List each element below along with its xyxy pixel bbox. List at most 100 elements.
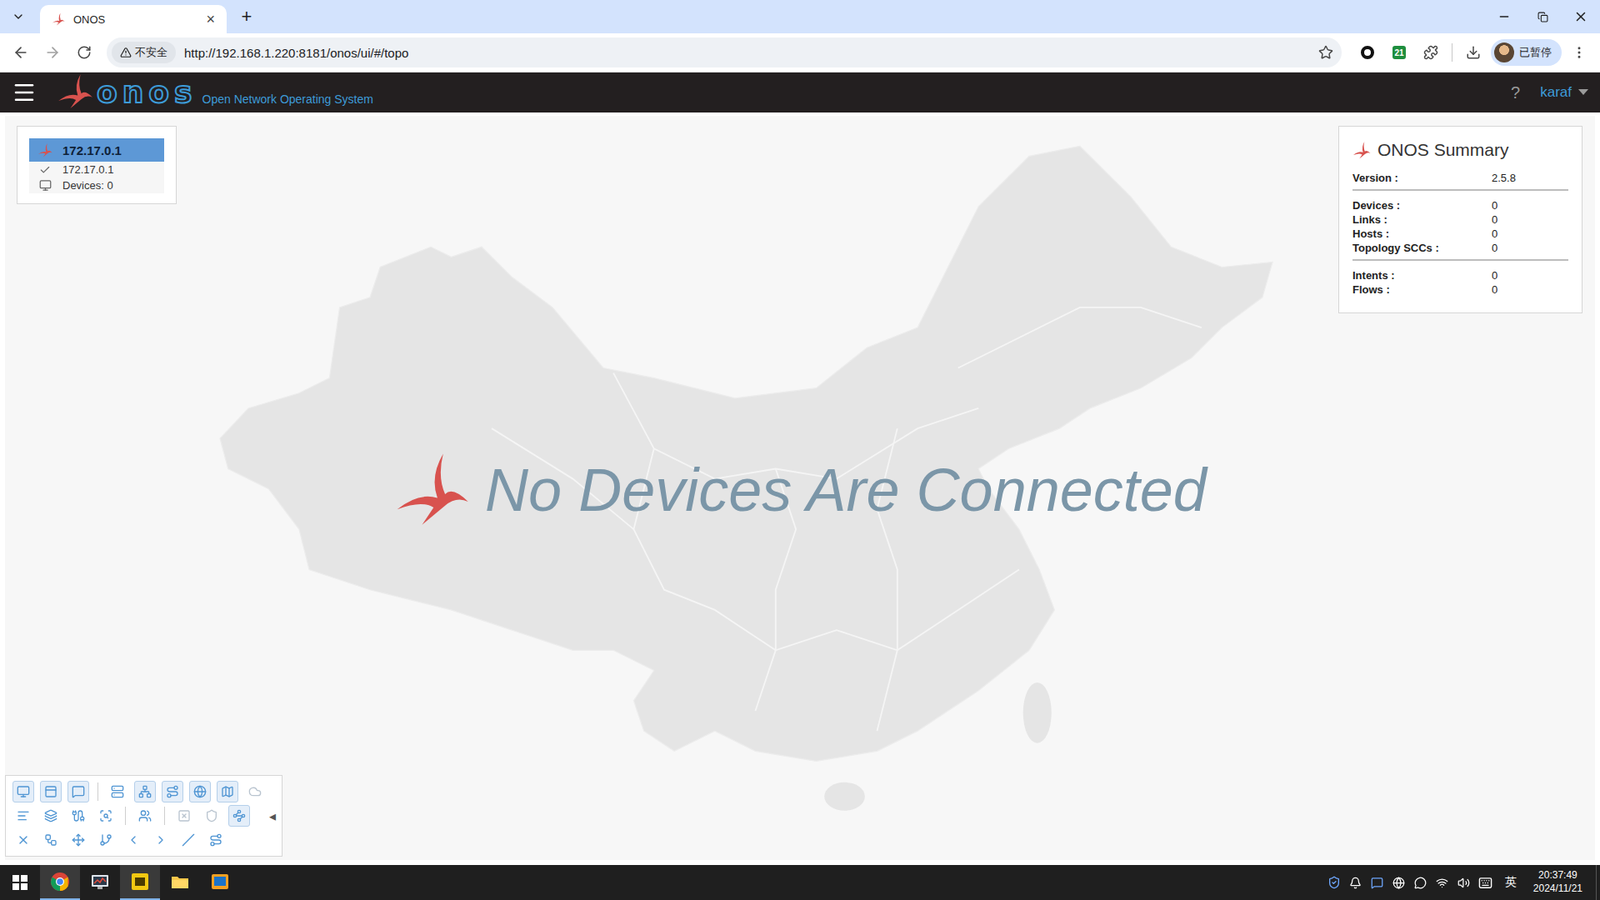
extensions-button[interactable] (1416, 38, 1445, 67)
toolbar-button[interactable] (189, 780, 211, 803)
cluster-node[interactable]: 172.17.0.1 (29, 161, 165, 178)
arrow-left-icon (12, 44, 30, 61)
monitor-icon (37, 179, 53, 192)
wechat-tray-icon[interactable] (1413, 876, 1429, 890)
square-x-icon (177, 809, 191, 823)
avatar-icon (1494, 42, 1515, 63)
security-tray-icon[interactable] (1326, 875, 1342, 890)
nav-bar: 不安全http://192.168.1.220:8181/onos/ui/#/t… (0, 33, 1600, 73)
taskbar-app[interactable] (40, 865, 80, 900)
forward-button[interactable] (38, 38, 67, 67)
restore-icon (1537, 11, 1549, 23)
toolbar-button[interactable] (134, 805, 156, 827)
toolbar-button[interactable] (40, 780, 62, 803)
x-icon (16, 833, 30, 847)
security-badge[interactable]: 不安全 (111, 41, 176, 64)
toolbar-button[interactable] (244, 780, 266, 803)
browser-tab[interactable]: ONOS× (40, 5, 227, 34)
toolbar-button[interactable] (134, 780, 156, 803)
taskbar-app[interactable] (160, 865, 200, 900)
branch-icon (99, 833, 113, 847)
address-bar[interactable]: 不安全http://192.168.1.220:8181/onos/ui/#/t… (106, 37, 1342, 68)
profile-button[interactable]: 已暂停 (1490, 39, 1562, 66)
cluster-header[interactable]: 172.17.0.1 (29, 138, 165, 162)
taskbar-app[interactable] (80, 865, 120, 900)
tray-app-icon[interactable] (1391, 876, 1407, 890)
toolbar-collapse-button[interactable]: ◂ (265, 808, 280, 825)
downloads-button[interactable] (1459, 38, 1488, 67)
onos-bird-icon (393, 450, 470, 527)
show-desktop-button[interactable] (1595, 865, 1600, 900)
toolbar-button[interactable] (67, 829, 90, 851)
taskbar-app[interactable] (120, 865, 160, 900)
toolbar-button[interactable] (122, 829, 145, 851)
minimize-button[interactable] (1485, 0, 1524, 34)
toolbar-button[interactable] (12, 829, 35, 851)
toolbar-button[interactable] (216, 780, 239, 803)
toolbar-button[interactable] (12, 780, 35, 803)
ring-icon (1360, 45, 1375, 60)
monitor-icon (16, 785, 30, 799)
hamburger-icon (11, 80, 37, 105)
toolbar-button[interactable] (200, 805, 223, 827)
system-tray: 英 20:37:492024/11/21 (1326, 869, 1596, 895)
restore-button[interactable] (1523, 0, 1562, 34)
toolbar-button[interactable] (95, 805, 117, 827)
toolbar-button[interactable] (173, 805, 195, 827)
onos-logo[interactable]: onos Open Network Operating System (56, 75, 374, 110)
user-caret-icon[interactable] (1578, 89, 1589, 96)
volume-tray-icon[interactable] (1456, 876, 1472, 890)
cable-icon (71, 809, 85, 823)
star-icon[interactable] (1318, 45, 1334, 60)
summary-value: 0 (1491, 199, 1569, 212)
map-icon (220, 785, 235, 799)
summary-title: ONOS Summary (1352, 140, 1569, 160)
logo-subtitle: Open Network Operating System (202, 92, 374, 106)
tab-close-button[interactable]: × (202, 11, 219, 27)
toolbar-button[interactable] (177, 829, 200, 851)
summary-value: 0 (1491, 269, 1569, 282)
calendar-badge: 21 (1392, 45, 1406, 60)
toolbar-button[interactable] (40, 829, 62, 851)
toolbar-separator (125, 806, 126, 825)
waypoints-icon (232, 809, 246, 823)
help-button[interactable]: ? (1510, 83, 1520, 103)
onos-bird-icon (1352, 140, 1371, 160)
tray-app-icon[interactable] (1370, 876, 1385, 890)
taskbar: 英 20:37:492024/11/21 (0, 865, 1600, 900)
toolbar-button[interactable] (40, 805, 62, 827)
network-tray-icon[interactable] (1435, 876, 1450, 890)
toolbar-button[interactable] (228, 805, 250, 827)
extension-button[interactable]: 21 (1385, 38, 1414, 67)
toolbar-button[interactable] (161, 780, 184, 803)
tray-app-icon[interactable] (1348, 876, 1364, 890)
nav-menu-button[interactable] (11, 80, 37, 105)
reload-button[interactable] (70, 38, 99, 67)
toolbar-button[interactable] (95, 829, 117, 851)
device-count: Devices: 0 (62, 179, 114, 192)
keyboard-tray-icon[interactable] (1478, 875, 1494, 890)
logo-text: onos (96, 77, 198, 108)
extension-button[interactable] (1353, 38, 1382, 67)
check-icon (37, 164, 53, 176)
toolbar-button[interactable] (12, 805, 35, 827)
toolbar-button[interactable] (106, 780, 129, 803)
start-button[interactable] (0, 865, 40, 900)
input-method[interactable]: 英 (1505, 875, 1517, 890)
layers-icon (44, 809, 58, 823)
warning-icon (120, 46, 132, 59)
back-button[interactable] (6, 38, 35, 67)
close-button[interactable] (1561, 0, 1600, 34)
new-tab-button[interactable]: + (235, 5, 259, 29)
toolbar-button[interactable] (67, 780, 90, 803)
toolbar-button[interactable] (67, 805, 90, 827)
toolbar-button[interactable] (205, 829, 227, 851)
menu-button[interactable] (1565, 38, 1594, 67)
toolbar-button[interactable] (150, 829, 172, 851)
taskbar-app[interactable] (200, 865, 240, 900)
prev-icon (126, 833, 140, 847)
user-menu[interactable]: karaf (1540, 84, 1572, 101)
tab-search-button[interactable] (6, 5, 30, 29)
clock[interactable]: 20:37:492024/11/21 (1528, 869, 1588, 895)
summary-panel: ONOS SummaryVersion :2.5.8Devices :0Link… (1338, 125, 1583, 314)
